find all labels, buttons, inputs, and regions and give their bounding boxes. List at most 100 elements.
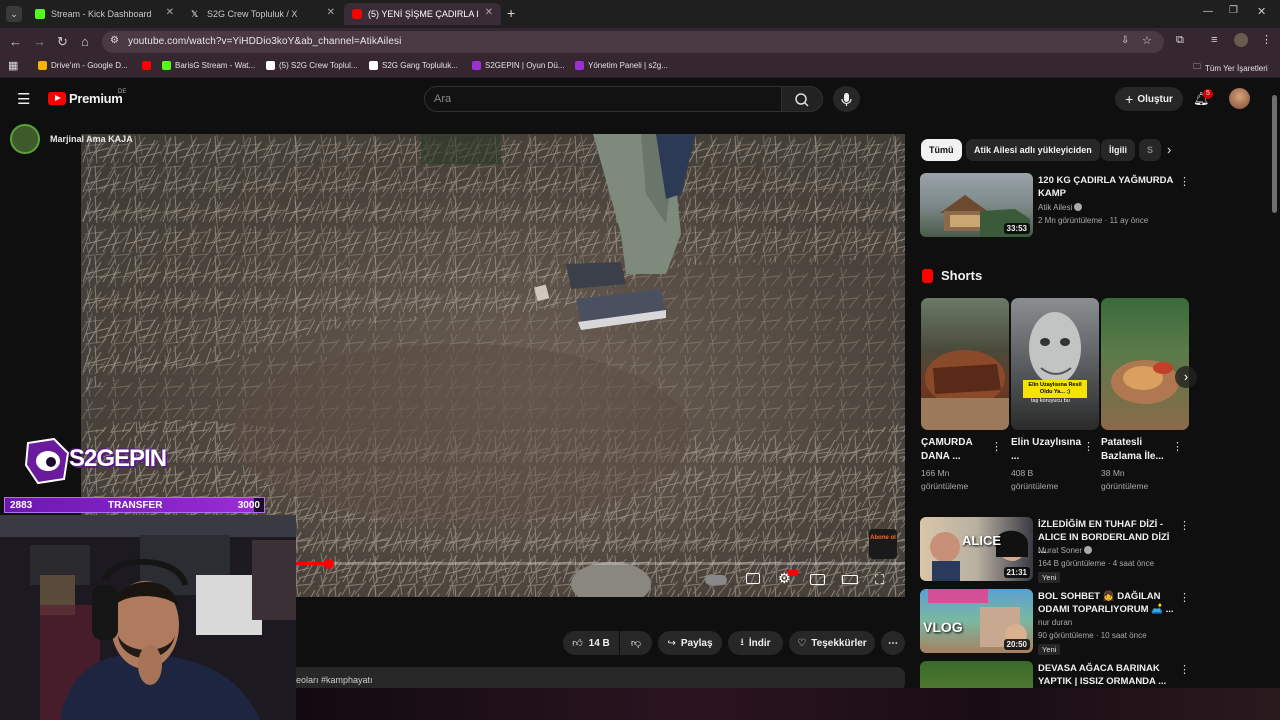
verified-icon bbox=[1084, 546, 1093, 554]
more-options-icon[interactable]: ⋮ bbox=[1179, 519, 1190, 532]
chip-related[interactable]: İlgili bbox=[1101, 139, 1135, 161]
recommended-video[interactable]: DEVASA AĞACA BARINAK YAPTIK | ISSIZ ORMA… bbox=[920, 661, 1190, 691]
account-avatar[interactable] bbox=[1229, 88, 1250, 109]
all-bookmarks[interactable]: 🗀 Tüm Yer İşaretleri bbox=[1193, 61, 1268, 75]
channel-avatar[interactable] bbox=[10, 124, 40, 154]
minimize-icon[interactable]: — bbox=[1203, 6, 1213, 17]
more-options-icon[interactable]: ⋮ bbox=[1179, 663, 1190, 676]
recommended-video[interactable]: VLOG 20:50 BOL SOHBET 👧 DAĞILAN ODAMI TO… bbox=[920, 589, 1190, 655]
tab-kick-dashboard[interactable]: Stream - Kick Dashboard ✕ bbox=[27, 3, 182, 25]
video-channel: nur duran bbox=[1038, 618, 1073, 627]
bookmark-s2g-gang[interactable]: S2G Gang Topluluk... bbox=[369, 61, 458, 70]
dislike-button[interactable]: 👎︎ bbox=[620, 631, 652, 655]
video-channel: Murat Soner bbox=[1038, 546, 1093, 555]
home-icon[interactable]: ⌂ bbox=[81, 34, 89, 49]
more-options-icon[interactable]: ⋮ bbox=[1083, 440, 1094, 453]
short-thumbnail[interactable]: Elin Uzaylısına Resil Oldu Ya... :) taş … bbox=[1011, 298, 1099, 430]
voice-search-button[interactable] bbox=[833, 86, 860, 112]
media-icon[interactable]: ≡ bbox=[1211, 34, 1217, 46]
thanks-button[interactable]: ♡ Teşekkürler bbox=[789, 631, 875, 655]
youtube-logo[interactable]: Premium bbox=[48, 91, 123, 106]
short-title[interactable]: Elin Uzaylısına ... bbox=[1011, 436, 1087, 464]
video-duration: 21:31 bbox=[1003, 567, 1030, 578]
like-count: 14 B bbox=[588, 637, 610, 649]
autoplay-toggle[interactable] bbox=[705, 575, 727, 585]
more-options-icon[interactable]: ⋮ bbox=[1172, 440, 1183, 453]
like-button[interactable]: 👍︎ 14 B bbox=[563, 631, 619, 655]
reload-icon[interactable]: ↻ bbox=[57, 34, 68, 50]
install-icon[interactable]: ⇩ bbox=[1121, 35, 1129, 46]
progress-scrubber[interactable] bbox=[324, 559, 334, 569]
close-window-icon[interactable]: ✕ bbox=[1257, 5, 1266, 18]
video-meta: 164 B görüntüleme · 4 saat önce bbox=[1038, 559, 1155, 568]
bookmark-drive[interactable]: Drive'ım - Google D... bbox=[38, 61, 128, 70]
subscribe-watermark-text: Abone ol bbox=[870, 535, 896, 541]
bookmark-yonetim[interactable]: Yönetim Paneli | s2g... bbox=[575, 61, 668, 70]
more-options-icon[interactable]: ⋮ bbox=[1179, 175, 1190, 188]
apps-icon[interactable]: ▦ bbox=[8, 59, 18, 72]
bookmark-star-icon[interactable]: ☆ bbox=[1142, 34, 1152, 47]
recommended-video[interactable]: ALICE 21:31 İZLEDİĞİM EN TUHAF DİZİ - AL… bbox=[920, 517, 1190, 583]
close-icon[interactable]: ✕ bbox=[166, 7, 174, 18]
shorts-title: Shorts bbox=[941, 268, 983, 283]
create-button[interactable]: + Oluştur bbox=[1115, 87, 1183, 111]
theater-mode-icon[interactable] bbox=[842, 575, 858, 584]
short-title[interactable]: Patatesli Bazlama İle... bbox=[1101, 436, 1177, 464]
subscribe-watermark[interactable]: Abone ol bbox=[869, 529, 897, 559]
new-tab-icon[interactable]: + bbox=[507, 5, 515, 21]
browser-menu-icon[interactable]: ⋮ bbox=[1261, 33, 1272, 46]
chip-from-uploader[interactable]: Atik Ailesi adlı yükleyiciden bbox=[966, 139, 1100, 161]
tab-s2g-crew[interactable]: 𝕏 S2G Crew Topluluk / X ✕ bbox=[183, 3, 343, 25]
close-icon[interactable]: ✕ bbox=[327, 7, 335, 18]
search-input[interactable] bbox=[424, 86, 782, 112]
close-icon[interactable]: ✕ bbox=[485, 7, 493, 18]
chips-next-icon[interactable]: › bbox=[1167, 142, 1171, 157]
restore-icon[interactable]: ❐ bbox=[1229, 5, 1238, 16]
video-thumbnail[interactable]: VLOG 20:50 bbox=[920, 589, 1033, 653]
channel-overlay-name: Marjinal Ama KAJA bbox=[50, 134, 133, 144]
bookmark-youtube[interactable] bbox=[142, 61, 155, 70]
profile-avatar[interactable] bbox=[1234, 33, 1248, 47]
recommended-video[interactable]: 33:53 120 KG ÇADIRLA YAĞMURDA KAMP Atik … bbox=[920, 173, 1190, 237]
download-button[interactable]: ⭳ İndir bbox=[728, 631, 783, 655]
short-title[interactable]: ÇAMURDA DANA ... bbox=[921, 436, 997, 464]
thumbs-down-icon: 👎︎ bbox=[630, 638, 642, 649]
bookmark-s2gepin[interactable]: S2GEPIN | Oyun Dü... bbox=[472, 61, 564, 70]
youtube-icon bbox=[142, 61, 151, 70]
chip-more[interactable]: S bbox=[1139, 139, 1161, 161]
video-thumbnail[interactable]: 33:53 bbox=[920, 173, 1033, 237]
video-thumbnail[interactable] bbox=[920, 661, 1033, 691]
browser-tab-bar: ⌄ Stream - Kick Dashboard ✕ 𝕏 S2G Crew T… bbox=[0, 0, 1280, 28]
more-actions-button[interactable]: ⋯ bbox=[881, 631, 905, 655]
shorts-next-button[interactable]: › bbox=[1175, 366, 1197, 388]
short-views: 166 Mn görüntüleme bbox=[921, 468, 969, 491]
site-info-icon[interactable]: ⚙ bbox=[110, 35, 119, 46]
thumbs-up-icon: 👍︎ bbox=[572, 638, 583, 649]
back-icon[interactable]: ← bbox=[9, 34, 22, 49]
bookmark-s2g-crew[interactable]: (5) S2G Crew Toplul... bbox=[266, 61, 358, 70]
description-text: eoları #kamphayatı bbox=[296, 675, 373, 685]
short-overlay-text: Elin Uzaylısına Resil Oldu Ya... :) bbox=[1023, 380, 1087, 398]
scrollbar-thumb[interactable] bbox=[1272, 95, 1277, 213]
drive-icon bbox=[38, 61, 47, 70]
search-button[interactable] bbox=[781, 86, 823, 112]
short-thumbnail[interactable] bbox=[921, 298, 1009, 430]
hamburger-menu-icon[interactable]: ☰ bbox=[17, 90, 30, 108]
video-thumbnail[interactable]: ALICE 21:31 bbox=[920, 517, 1033, 581]
more-options-icon[interactable]: ⋮ bbox=[1179, 591, 1190, 604]
youtube-icon bbox=[352, 9, 362, 19]
share-button[interactable]: ↪ Paylaş bbox=[658, 631, 722, 655]
subtitles-icon[interactable] bbox=[746, 573, 760, 584]
chip-all[interactable]: Tümü bbox=[921, 139, 962, 161]
forward-icon[interactable]: → bbox=[33, 34, 46, 49]
microphone-icon bbox=[841, 93, 852, 106]
bookmark-barisg[interactable]: BarisG Stream - Wat... bbox=[162, 61, 255, 70]
tab-youtube-video[interactable]: (5) YENİ ŞİŞME ÇADIRLA LÜKS K ✕ bbox=[344, 3, 501, 25]
video-duration: 20:50 bbox=[1003, 639, 1030, 650]
miniplayer-icon[interactable] bbox=[810, 574, 825, 585]
more-options-icon[interactable]: ⋮ bbox=[991, 440, 1002, 453]
short-thumbnail[interactable] bbox=[1101, 298, 1189, 430]
extensions-icon[interactable]: ⧉ bbox=[1176, 34, 1184, 47]
fullscreen-icon[interactable]: ⛶ bbox=[875, 572, 884, 588]
tab-search-icon[interactable]: ⌄ bbox=[6, 6, 22, 22]
